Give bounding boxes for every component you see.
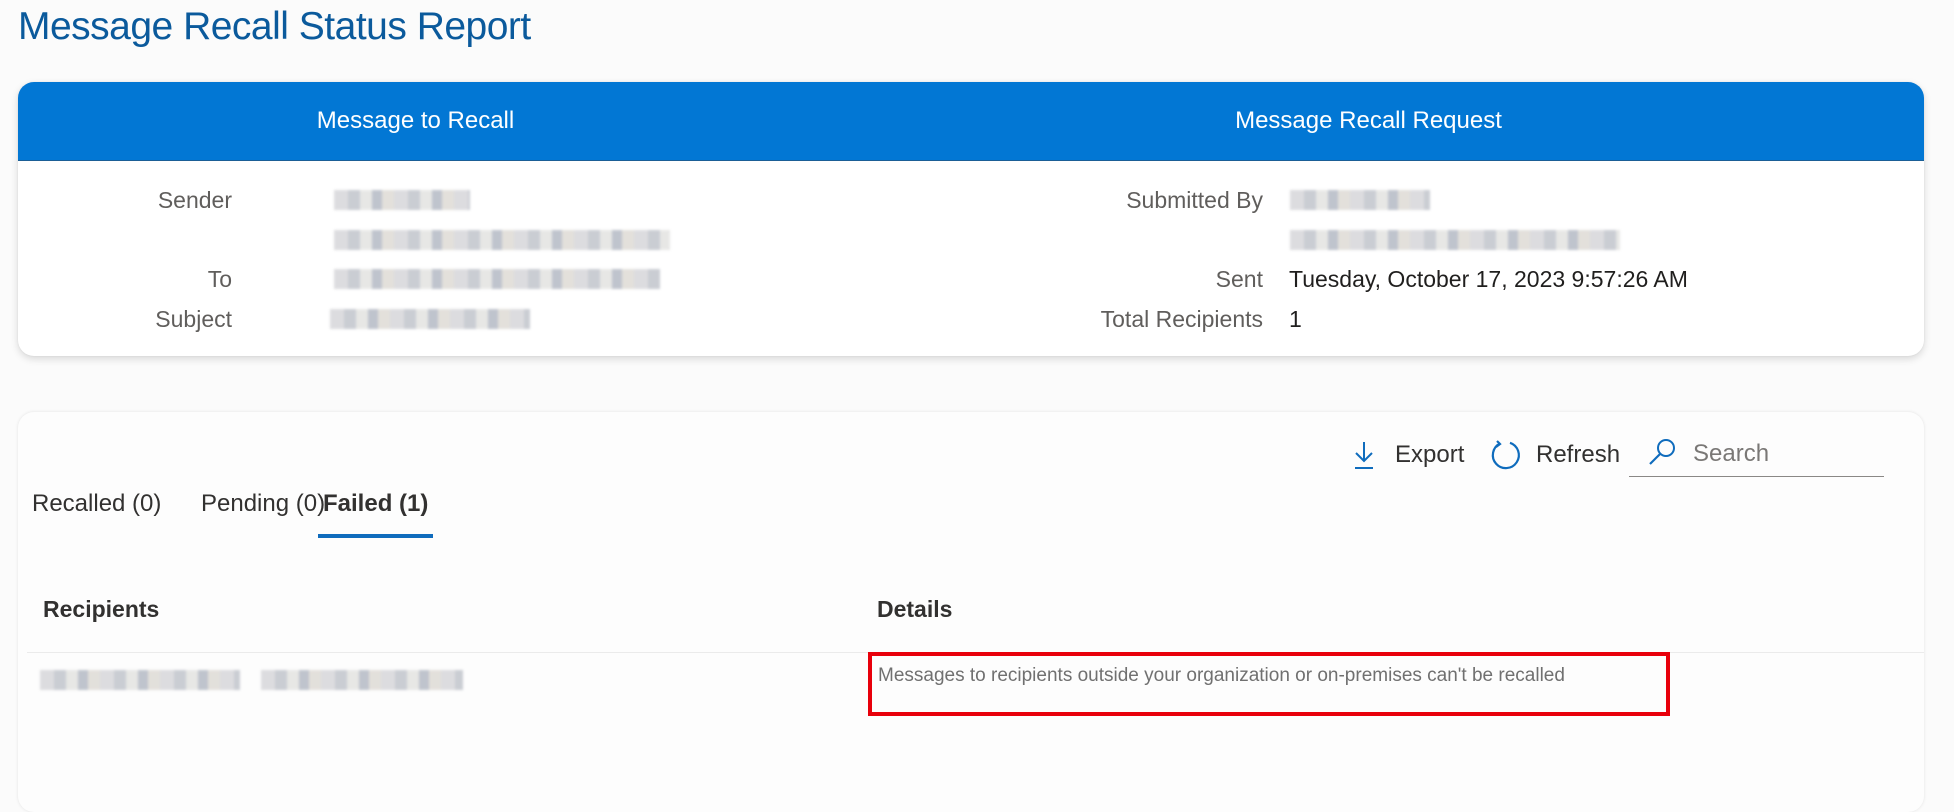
recipient-redacted-part-2 bbox=[261, 670, 463, 690]
sender-email-redacted bbox=[334, 230, 670, 250]
search-field[interactable] bbox=[1629, 432, 1884, 477]
refresh-label: Refresh bbox=[1536, 441, 1621, 468]
page-title: Message Recall Status Report bbox=[18, 5, 531, 48]
export-button[interactable]: Export bbox=[1353, 435, 1464, 475]
tab-failed-label: Failed (1) bbox=[323, 490, 429, 517]
download-icon bbox=[1353, 439, 1375, 471]
tab-pending[interactable]: Pending (0) bbox=[201, 476, 325, 534]
tab-failed[interactable]: Failed (1) bbox=[318, 476, 434, 538]
submitted-by-name-redacted bbox=[1290, 190, 1430, 210]
refresh-button[interactable]: Refresh bbox=[1490, 435, 1620, 475]
sent-value: Tuesday, October 17, 2023 9:57:26 AM bbox=[1289, 266, 1688, 292]
refresh-icon bbox=[1490, 439, 1522, 471]
search-icon bbox=[1647, 437, 1677, 471]
total-recipients-value: 1 bbox=[1289, 306, 1302, 332]
sender-label: Sender bbox=[157, 187, 232, 213]
column-header-recipients[interactable]: Recipients bbox=[43, 596, 159, 623]
sent-label: Sent bbox=[1215, 266, 1263, 292]
submitted-by-label: Submitted By bbox=[1126, 187, 1263, 213]
message-to-recall-heading: Message to Recall bbox=[316, 107, 515, 134]
subject-value-redacted bbox=[330, 309, 530, 329]
tab-recalled[interactable]: Recalled (0) bbox=[32, 476, 161, 534]
to-value-redacted bbox=[334, 269, 660, 289]
active-tab-indicator bbox=[318, 534, 434, 538]
recall-status-card: Export Refresh Recalled (0) Pending (0) … bbox=[18, 412, 1924, 812]
failure-details-text: Messages to recipients outside your orga… bbox=[878, 665, 1565, 686]
sender-name-redacted bbox=[334, 190, 470, 210]
total-recipients-label: Total Recipients bbox=[1100, 306, 1263, 332]
subject-label: Subject bbox=[155, 306, 232, 332]
to-label: To bbox=[207, 266, 232, 292]
recipient-redacted-part-1 bbox=[40, 670, 240, 690]
submitted-by-email-redacted bbox=[1290, 230, 1620, 250]
column-header-details[interactable]: Details bbox=[877, 596, 952, 623]
message-recall-request-heading: Message Recall Request bbox=[1235, 107, 1502, 134]
export-label: Export bbox=[1395, 441, 1465, 468]
summary-header: Message to Recall Message Recall Request bbox=[18, 82, 1924, 161]
search-input[interactable] bbox=[1691, 439, 1875, 469]
message-summary-card: Message to Recall Message Recall Request… bbox=[18, 82, 1924, 356]
